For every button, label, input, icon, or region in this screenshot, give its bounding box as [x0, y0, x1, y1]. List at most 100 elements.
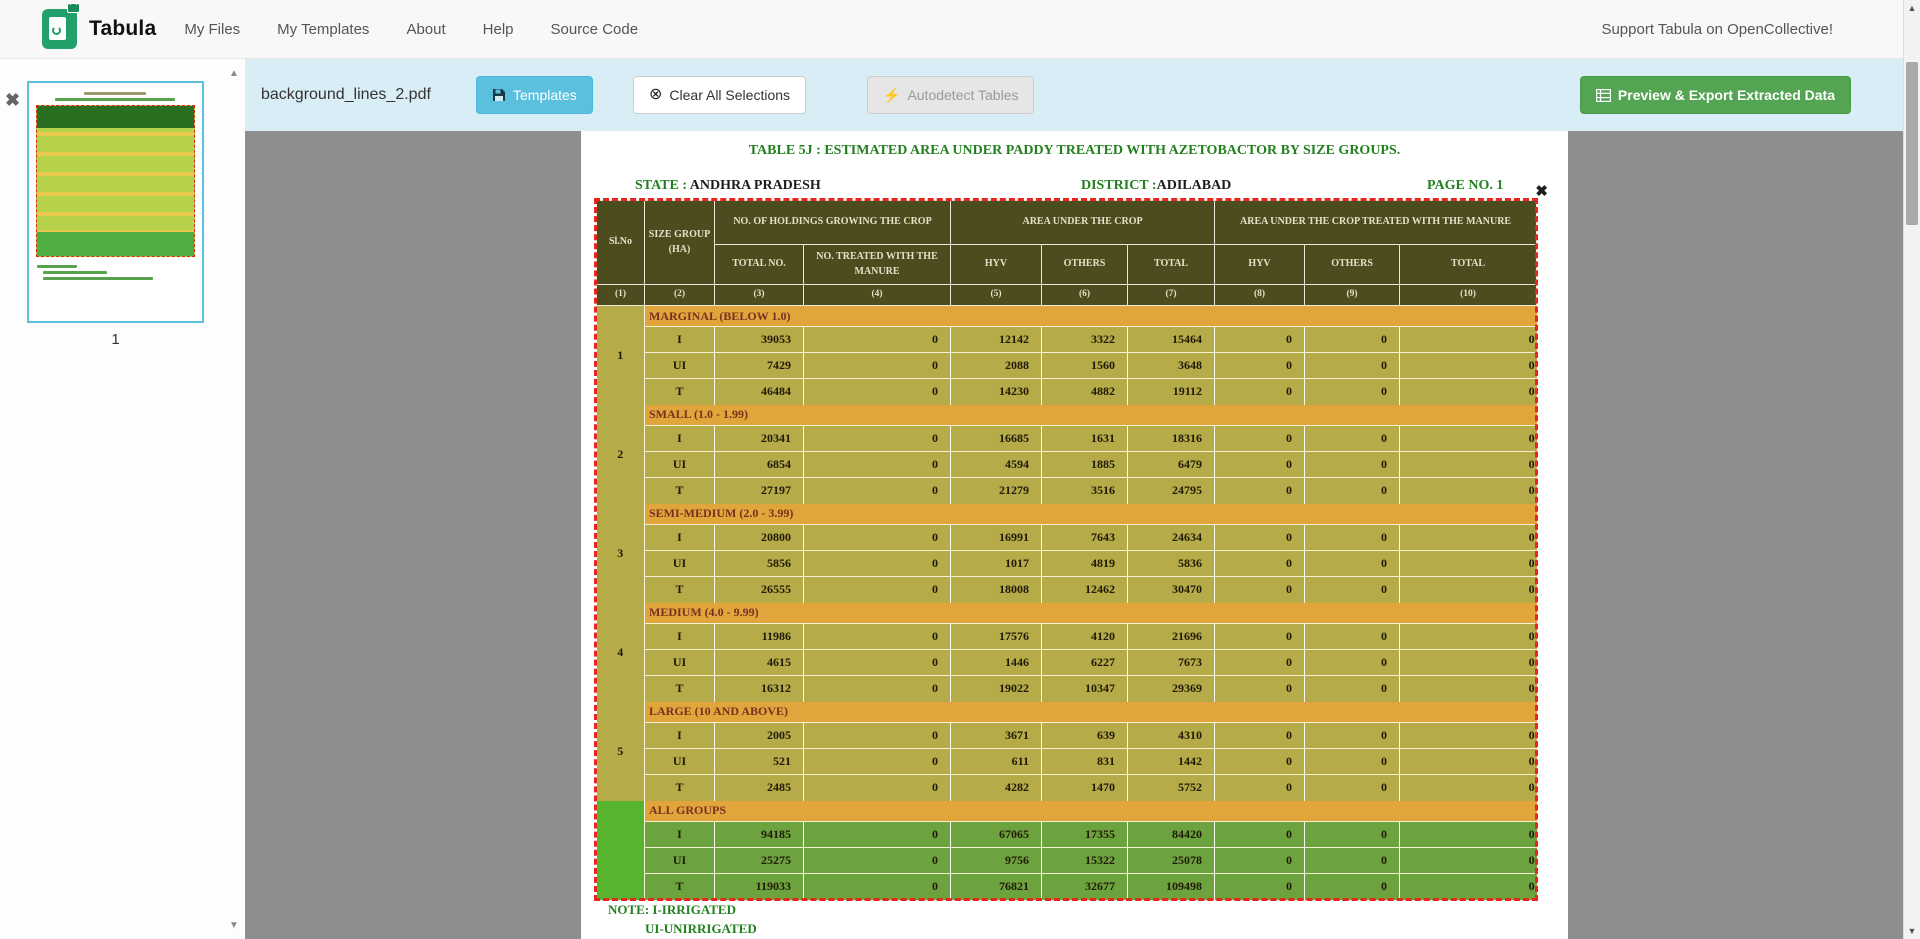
page-thumbnail[interactable] [27, 81, 204, 323]
data-cell: 0 [1215, 525, 1305, 551]
selection-box[interactable]: Sl.NoSIZE GROUP (HA)NO. OF HOLDINGS GROW… [596, 200, 1536, 899]
templates-button[interactable]: Templates [476, 76, 593, 114]
sidebar-scroll-up-icon[interactable]: ▲ [226, 68, 242, 79]
row-type-cell: T [645, 379, 715, 405]
row-type-cell: I [645, 426, 715, 452]
scroll-up-icon[interactable]: ▲ [1904, 3, 1920, 13]
clear-icon: ⊗ [649, 87, 662, 103]
toolbar: background_lines_2.pdf Templates ⊗ Clear… [245, 59, 1903, 131]
data-cell: 19022 [951, 676, 1042, 702]
row-type-cell: T [645, 478, 715, 504]
autodetect-button-label: Autodetect Tables [907, 87, 1018, 103]
nav-item-my-templates[interactable]: My Templates [277, 21, 369, 38]
thumb-note-line [43, 271, 107, 274]
data-cell: 831 [1042, 749, 1128, 775]
data-cell: 0 [1215, 775, 1305, 801]
data-cell: 0 [804, 478, 951, 504]
data-cell: 0 [1400, 822, 1537, 848]
data-cell: 0 [804, 775, 951, 801]
remove-page-icon[interactable]: ✖ [5, 91, 20, 109]
pdf-notes: NOTE: I-IRRIGATED UI-UNIRRIGATED [608, 900, 757, 938]
data-cell: 109498 [1128, 874, 1215, 900]
clear-all-selections-button[interactable]: ⊗ Clear All Selections [633, 76, 806, 114]
data-cell: 0 [1400, 353, 1537, 379]
thumb-note-line [37, 265, 77, 268]
page-number-label: 1 [27, 331, 204, 348]
data-cell: 0 [1400, 426, 1537, 452]
data-cell: 46484 [715, 379, 804, 405]
note-line-2: UI-UNIRRIGATED [645, 919, 757, 938]
data-cell: 0 [1305, 848, 1400, 874]
data-cell: 0 [804, 379, 951, 405]
nav-item-source-code[interactable]: Source Code [551, 21, 639, 38]
data-cell: 0 [1215, 353, 1305, 379]
data-cell: 24795 [1128, 478, 1215, 504]
data-cell: 0 [1305, 650, 1400, 676]
row-type-cell: T [645, 577, 715, 603]
nav-item-help[interactable]: Help [483, 21, 514, 38]
export-button-label: Preview & Export Extracted Data [1618, 87, 1835, 103]
lightning-icon: ⚡ [883, 88, 900, 102]
data-cell: 1470 [1042, 775, 1128, 801]
data-cell: 16991 [951, 525, 1042, 551]
data-cell: 2088 [951, 353, 1042, 379]
table-header-cell: AREA UNDER THE CROP [951, 201, 1215, 245]
table-colnum-cell: (2) [645, 285, 715, 306]
data-cell: 0 [1305, 577, 1400, 603]
data-cell: 30470 [1128, 577, 1215, 603]
data-cell: 0 [1215, 452, 1305, 478]
data-cell: 0 [1215, 624, 1305, 650]
preview-export-button[interactable]: Preview & Export Extracted Data [1580, 76, 1851, 114]
group-band-cell: SEMI-MEDIUM (2.0 - 3.99) [645, 504, 1537, 525]
page-sidebar: ✖ 1 ▲ ▼ [0, 59, 245, 939]
data-cell: 3516 [1042, 478, 1128, 504]
data-cell: 0 [1215, 650, 1305, 676]
state-value: ANDHRA PRADESH [690, 178, 821, 193]
data-cell: 0 [1305, 379, 1400, 405]
district-label: DISTRICT : [1081, 178, 1157, 193]
brand[interactable]: Tabula [42, 9, 156, 49]
data-cell: 16685 [951, 426, 1042, 452]
nav-item-about[interactable]: About [406, 21, 445, 38]
pdf-table: Sl.NoSIZE GROUP (HA)NO. OF HOLDINGS GROW… [596, 200, 1537, 900]
scrollbar-thumb[interactable] [1906, 62, 1918, 225]
table-colnum-cell: (4) [804, 285, 951, 306]
data-cell: 76821 [951, 874, 1042, 900]
data-cell: 1885 [1042, 452, 1128, 478]
table-colnum-cell: (1) [597, 285, 645, 306]
data-cell: 6854 [715, 452, 804, 478]
data-cell: 67065 [951, 822, 1042, 848]
pdf-page[interactable]: TABLE 5J : ESTIMATED AREA UNDER PADDY TR… [581, 131, 1568, 939]
row-type-cell: UI [645, 650, 715, 676]
data-cell: 0 [1215, 749, 1305, 775]
data-cell: 0 [804, 874, 951, 900]
data-cell: 4819 [1042, 551, 1128, 577]
window-scrollbar[interactable]: ▲ ▼ [1903, 0, 1920, 939]
data-cell: 12462 [1042, 577, 1128, 603]
row-type-cell: T [645, 775, 715, 801]
nav-item-my-files[interactable]: My Files [184, 21, 240, 38]
save-icon [492, 88, 506, 102]
table-subheader-cell: OTHERS [1042, 245, 1128, 285]
support-link[interactable]: Support Tabula on OpenCollective! [1601, 21, 1833, 38]
data-cell: 7673 [1128, 650, 1215, 676]
data-cell: 3671 [951, 723, 1042, 749]
row-type-cell: UI [645, 551, 715, 577]
data-cell: 0 [1215, 327, 1305, 353]
data-cell: 0 [804, 426, 951, 452]
data-cell: 20800 [715, 525, 804, 551]
table-subheader-cell: HYV [1215, 245, 1305, 285]
group-band-cell: LARGE (10 AND ABOVE) [645, 702, 1537, 723]
scroll-down-icon[interactable]: ▼ [1904, 926, 1920, 936]
sidebar-scroll-down-icon[interactable]: ▼ [226, 920, 242, 931]
top-navbar: Tabula My Files My Templates About Help … [0, 0, 1920, 59]
data-cell: 0 [804, 551, 951, 577]
table-header-cell: AREA UNDER THE CROP TREATED WITH THE MAN… [1215, 201, 1537, 245]
data-cell: 0 [1215, 676, 1305, 702]
data-cell: 0 [1400, 551, 1537, 577]
data-cell: 0 [1215, 822, 1305, 848]
data-cell: 1017 [951, 551, 1042, 577]
autodetect-tables-button[interactable]: ⚡ Autodetect Tables [867, 76, 1034, 114]
selection-close-icon[interactable]: ✖ [1535, 182, 1548, 200]
row-type-cell: I [645, 624, 715, 650]
